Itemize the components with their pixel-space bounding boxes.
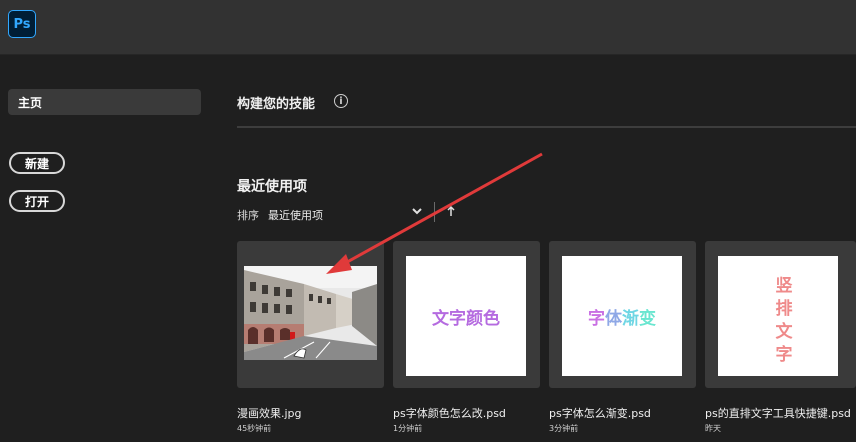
file-thumbnail: 字体渐变 — [562, 256, 682, 376]
file-card[interactable]: 文字颜色 — [393, 241, 540, 388]
thumbnail-char: 文 — [775, 322, 793, 342]
file-thumbnail: 文字颜色 — [406, 256, 526, 376]
file-time: 45秒钟前 — [237, 424, 272, 433]
thumbnail-char: 字 — [775, 345, 793, 365]
open-button[interactable]: 打开 — [9, 190, 65, 212]
thumbnail-char: 竖 — [775, 276, 793, 296]
file-thumbnail: 竖排文字 — [718, 256, 838, 376]
file-name[interactable]: ps字体怎么渐变.psd — [549, 405, 651, 421]
file-card[interactable]: 竖排文字 — [705, 241, 856, 388]
top-bar: Ps — [0, 0, 856, 55]
photoshop-logo[interactable]: Ps — [8, 10, 36, 38]
file-time: 昨天 — [705, 424, 721, 433]
file-time: 1分钟前 — [393, 424, 423, 433]
info-icon[interactable]: i — [334, 94, 348, 108]
sidebar-item-label: 主页 — [18, 95, 43, 110]
thumbnail-char: 变 — [639, 308, 656, 329]
thumbnail-text: 文字颜色 — [432, 308, 500, 329]
thumbnail-char: 渐 — [622, 308, 639, 329]
thumbnail-char: 体 — [605, 308, 622, 329]
sort-label: 排序 — [237, 209, 259, 222]
file-card[interactable] — [237, 241, 384, 388]
thumbnail-text: 竖排文字 — [773, 275, 795, 367]
file-name[interactable]: ps的直排文字工具快捷键.psd — [705, 405, 851, 421]
file-time: 3分钟前 — [549, 424, 579, 433]
divider — [237, 126, 856, 128]
thumbnail-char: 字 — [588, 308, 605, 329]
sidebar-item-home[interactable]: 主页 — [8, 89, 201, 115]
sort-ascending-icon[interactable] — [446, 204, 456, 218]
new-button[interactable]: 新建 — [9, 152, 65, 174]
thumbnail-text: 字体渐变 — [562, 256, 682, 376]
thumbnail-char: 排 — [775, 299, 793, 319]
file-name[interactable]: 漫画效果.jpg — [237, 405, 302, 421]
street-photo-thumbnail — [244, 266, 377, 360]
file-card[interactable]: 字体渐变 — [549, 241, 696, 388]
sort-separator — [434, 202, 435, 222]
recent-title: 最近使用项 — [237, 179, 307, 195]
section-title: 构建您的技能 — [237, 97, 316, 112]
file-name[interactable]: ps字体颜色怎么改.psd — [393, 405, 506, 421]
chevron-down-icon[interactable] — [410, 203, 424, 219]
sort-dropdown[interactable]: 最近使用项 — [268, 207, 323, 223]
